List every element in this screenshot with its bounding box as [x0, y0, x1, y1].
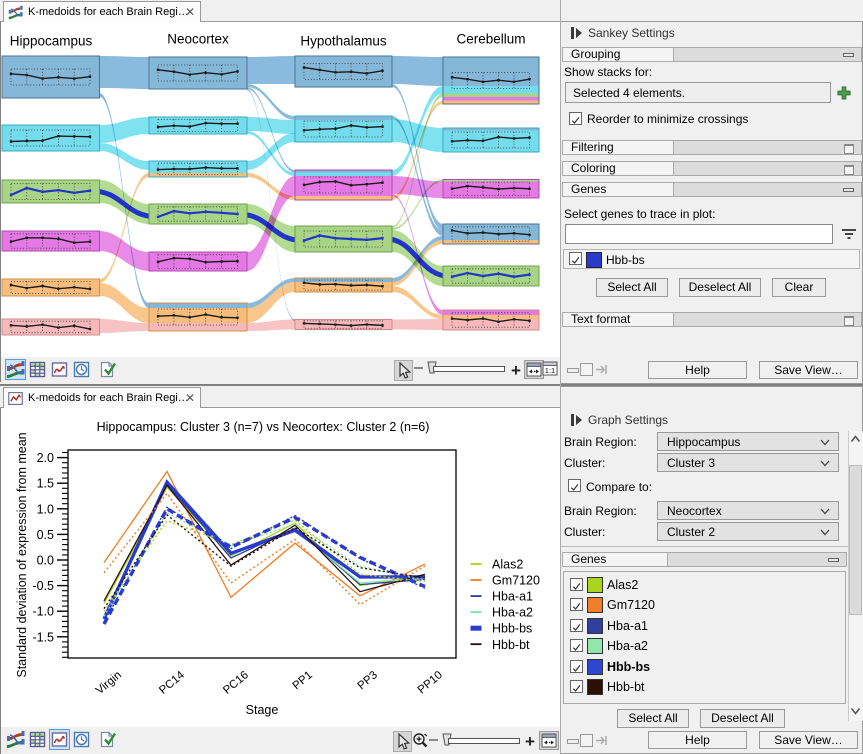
svg-text:-0.5: -0.5	[32, 579, 54, 593]
svg-text:0.5: 0.5	[37, 528, 54, 542]
svg-text:Hba-a2: Hba-a2	[492, 606, 533, 620]
svg-text:Stage: Stage	[246, 703, 279, 717]
svg-text:PP10: PP10	[416, 669, 445, 696]
svg-text:1.5: 1.5	[37, 477, 54, 491]
svg-text:Gm7120: Gm7120	[492, 574, 540, 588]
svg-text:0.0: 0.0	[37, 554, 54, 568]
svg-text:Standard deviation of expressi: Standard deviation of expression from me…	[15, 432, 29, 677]
svg-text:Alas2: Alas2	[492, 558, 523, 572]
svg-text:Hba-a1: Hba-a1	[492, 590, 533, 604]
svg-text:Neocortex: Neocortex	[167, 32, 229, 47]
svg-text:Hippocampus: Cluster 3 (n=7) v: Hippocampus: Cluster 3 (n=7) vs Neocorte…	[97, 420, 430, 434]
svg-text:PC14: PC14	[157, 669, 187, 697]
svg-text:Virgin: Virgin	[94, 669, 124, 697]
svg-text:1:1: 1:1	[544, 366, 554, 375]
svg-text:Cerebellum: Cerebellum	[456, 32, 525, 47]
svg-text:PC16: PC16	[221, 669, 251, 697]
svg-text:-1.5: -1.5	[32, 630, 54, 644]
svg-text:Hbb-bs: Hbb-bs	[492, 622, 532, 636]
svg-text:-1.0: -1.0	[32, 605, 54, 619]
svg-text:PP3: PP3	[356, 669, 380, 692]
svg-text:1.0: 1.0	[37, 502, 54, 516]
svg-text:Hbb-bt: Hbb-bt	[492, 638, 530, 652]
svg-text:PP1: PP1	[291, 669, 315, 692]
svg-text:2.0: 2.0	[37, 451, 54, 465]
svg-text:Hypothalamus: Hypothalamus	[300, 34, 387, 49]
svg-text:Hippocampus: Hippocampus	[10, 34, 93, 49]
